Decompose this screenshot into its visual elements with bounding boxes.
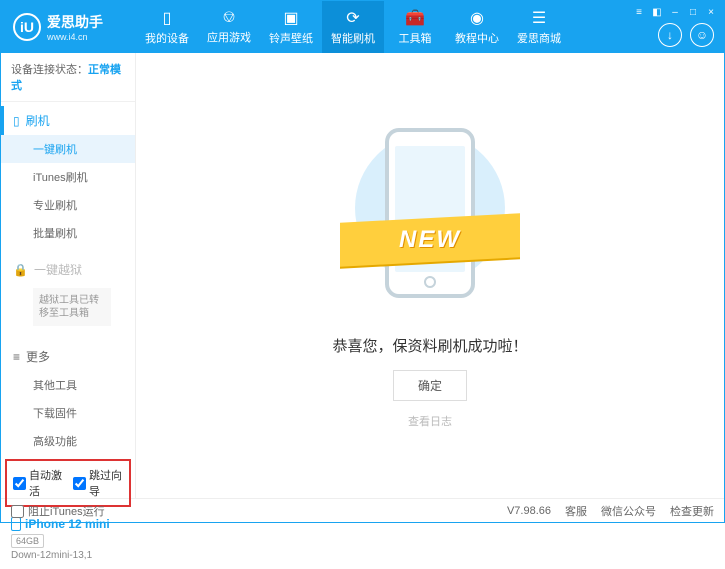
nav-apps[interactable]: ⎊应用游戏 (198, 1, 260, 53)
phone-icon: ▯ (163, 8, 172, 28)
sidebar-more-header[interactable]: ≡ 更多 (1, 342, 135, 371)
titlebar-controls: ≡ ◧ – □ × (626, 1, 724, 23)
success-message: 恭喜您，保资料刷机成功啦！ (332, 335, 527, 356)
device-block: iPhone 12 mini 64GB Down-12mini-13,1 (1, 513, 135, 569)
nav-toolbox[interactable]: 🧰工具箱 (384, 1, 446, 53)
sidebar-jailbreak-header[interactable]: 🔒 一键越狱 (1, 255, 135, 284)
minimize-icon[interactable]: – (668, 5, 682, 19)
app-title: 爱思助手 (47, 12, 103, 32)
main-nav: ▯我的设备 ⎊应用游戏 ▣铃声壁纸 ⟳智能刷机 🧰工具箱 ◉教程中心 ☰爱思商城 (136, 1, 626, 53)
success-illustration: NEW (350, 123, 510, 313)
download-icon[interactable]: ↓ (658, 23, 682, 47)
flash-icon: ⟳ (346, 8, 359, 28)
sidebar-item-download[interactable]: 下载固件 (1, 399, 135, 427)
more-icon: ≡ (13, 350, 20, 364)
lock-icon: 🔒 (13, 263, 28, 277)
maximize-icon[interactable]: □ (686, 5, 700, 19)
new-ribbon: NEW (340, 213, 520, 266)
device-firmware: Down-12mini-13,1 (11, 550, 125, 561)
sidebar: 设备连接状态：正常模式 ▯ 刷机 一键刷机 iTunes刷机 专业刷机 批量刷机… (1, 53, 136, 498)
skip-guide-checkbox[interactable]: 跳过向导 (73, 467, 123, 499)
jailbreak-note: 越狱工具已转移至工具箱 (33, 288, 111, 326)
check-update-link[interactable]: 检查更新 (670, 503, 714, 519)
nav-my-device[interactable]: ▯我的设备 (136, 1, 198, 53)
sidebar-item-itunes[interactable]: iTunes刷机 (1, 163, 135, 191)
phone-icon (11, 517, 21, 531)
skin-icon[interactable]: ◧ (650, 5, 664, 19)
main-content: NEW 恭喜您，保资料刷机成功啦！ 确定 查看日志 (136, 53, 724, 498)
user-icon[interactable]: ☺ (690, 23, 714, 47)
toolbox-icon: 🧰 (405, 8, 425, 28)
version-label: V7.98.66 (507, 505, 551, 517)
sidebar-item-batch[interactable]: 批量刷机 (1, 219, 135, 247)
wechat-link[interactable]: 微信公众号 (601, 503, 656, 519)
device-storage: 64GB (11, 534, 44, 548)
block-itunes-checkbox[interactable]: 阻止iTunes运行 (11, 503, 105, 519)
sidebar-item-other[interactable]: 其他工具 (1, 371, 135, 399)
app-url: www.i4.cn (47, 32, 103, 42)
sidebar-item-advanced[interactable]: 高级功能 (1, 427, 135, 455)
nav-store[interactable]: ☰爱思商城 (508, 1, 570, 53)
close-icon[interactable]: × (704, 5, 718, 19)
auto-activate-checkbox[interactable]: 自动激活 (13, 467, 63, 499)
nav-flash[interactable]: ⟳智能刷机 (322, 1, 384, 53)
tutorial-icon: ◉ (470, 8, 484, 28)
sidebar-item-oneclick[interactable]: 一键刷机 (1, 135, 135, 163)
phone-icon: ▯ (13, 114, 20, 128)
store-icon: ☰ (532, 8, 546, 28)
logo: iU 爱思助手 www.i4.cn (1, 1, 136, 53)
sidebar-item-pro[interactable]: 专业刷机 (1, 191, 135, 219)
device-name[interactable]: iPhone 12 mini (11, 517, 125, 531)
view-log-link[interactable]: 查看日志 (408, 413, 452, 429)
customer-service-link[interactable]: 客服 (565, 503, 587, 519)
menu-icon[interactable]: ≡ (632, 5, 646, 19)
wallpaper-icon: ▣ (283, 8, 298, 28)
logo-icon: iU (13, 13, 41, 41)
header: iU 爱思助手 www.i4.cn ▯我的设备 ⎊应用游戏 ▣铃声壁纸 ⟳智能刷… (1, 1, 724, 53)
nav-ringtones[interactable]: ▣铃声壁纸 (260, 1, 322, 53)
sidebar-flash-header[interactable]: ▯ 刷机 (1, 106, 135, 135)
connection-status: 设备连接状态：正常模式 (1, 53, 135, 102)
apps-icon: ⎊ (223, 9, 236, 27)
nav-tutorial[interactable]: ◉教程中心 (446, 1, 508, 53)
checkbox-highlight-box: 自动激活 跳过向导 (5, 459, 131, 507)
confirm-button[interactable]: 确定 (393, 370, 467, 401)
